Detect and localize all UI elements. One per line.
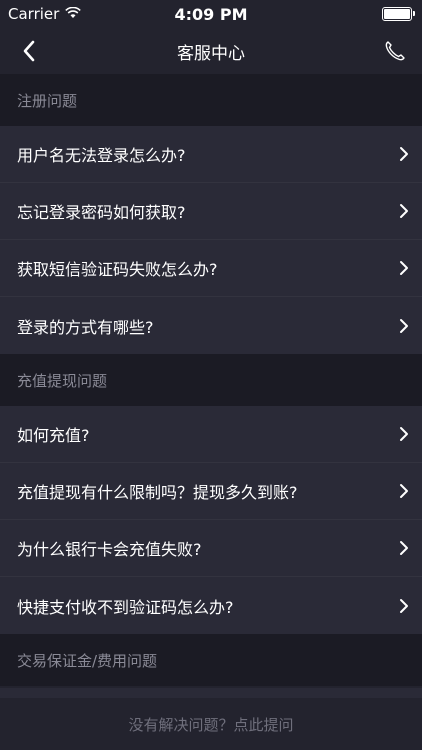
status-bar: Carrier 4:09 PM (0, 0, 422, 28)
chevron-left-icon (23, 40, 35, 62)
ask-question-label: 没有解决问题？点此提问 (128, 715, 294, 734)
list-item-partial (0, 688, 422, 698)
list-item-label: 忘记登录密码如何获取? (17, 203, 186, 222)
list-item-label: 登录的方式有哪些? (17, 317, 154, 337)
status-time: 4:09 PM (174, 4, 248, 24)
list-item-label: 为什么银行卡会充值失败? (17, 540, 202, 559)
chevron-right-icon (398, 203, 410, 219)
list-item[interactable]: 充值提现有什么限制吗？提现多久到账? (0, 463, 422, 520)
page-title: 客服中心 (177, 43, 245, 64)
nav-bar: 客服中心 (0, 28, 422, 74)
list-item-label: 获取短信验证码失败怎么办? (17, 260, 218, 279)
list-item[interactable]: 用户名无法登录怎么办? (0, 126, 422, 183)
list-item[interactable]: 为什么银行卡会充值失败? (0, 520, 422, 577)
phone-icon (385, 41, 405, 61)
chevron-right-icon (398, 598, 410, 614)
section-header-recharge: 充值提现问题 (0, 354, 422, 406)
list-item-label: 用户名无法登录怎么办? (17, 146, 186, 165)
list-item-label: 如何充值? (17, 426, 90, 445)
back-button[interactable] (14, 36, 44, 66)
list-item-label: 充值提现有什么限制吗？提现多久到账? (17, 483, 298, 502)
battery-icon (382, 7, 415, 21)
list-item[interactable]: 登录的方式有哪些? (0, 297, 422, 354)
chevron-right-icon (398, 483, 410, 499)
chevron-right-icon (398, 146, 410, 162)
list-item[interactable]: 如何充值? (0, 406, 422, 463)
chevron-right-icon (398, 318, 410, 334)
ask-question-button[interactable]: 没有解决问题？点此提问 (0, 698, 422, 750)
list-item-label: 快捷支付收不到验证码怎么办? (17, 597, 234, 617)
call-button[interactable] (380, 36, 410, 66)
chevron-right-icon (398, 540, 410, 556)
help-list: 注册问题 用户名无法登录怎么办? 忘记登录密码如何获取? 获取短信验证码失败怎么… (0, 74, 422, 686)
section-header-register: 注册问题 (0, 74, 422, 126)
chevron-right-icon (398, 426, 410, 442)
list-item[interactable]: 快捷支付收不到验证码怎么办? (0, 577, 422, 634)
list-item[interactable]: 获取短信验证码失败怎么办? (0, 240, 422, 297)
list-item[interactable]: 忘记登录密码如何获取? (0, 183, 422, 240)
section-header-fees: 交易保证金/费用问题 (0, 634, 422, 686)
chevron-right-icon (398, 260, 410, 276)
